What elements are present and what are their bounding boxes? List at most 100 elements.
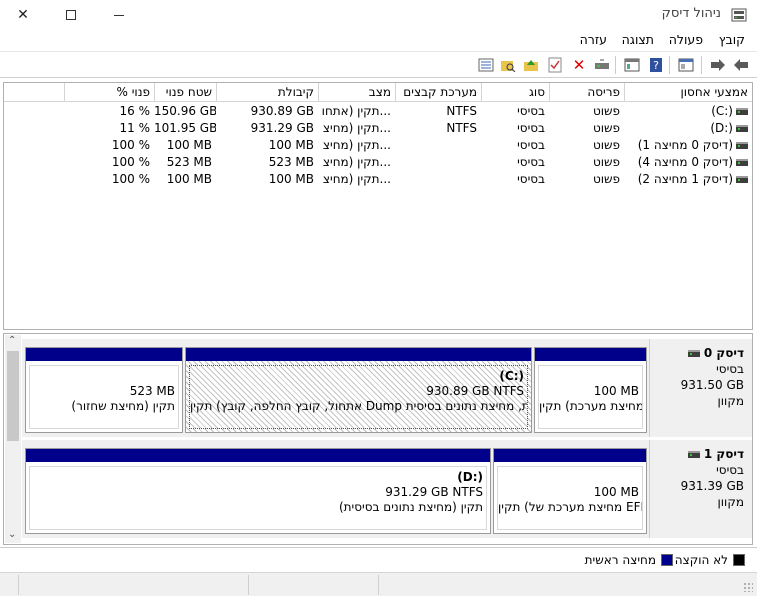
column-header-status[interactable]: מצב	[318, 83, 395, 102]
partition-label: (C:)	[499, 369, 524, 383]
menu-file[interactable]: קובץ	[719, 32, 745, 47]
minimize-button[interactable]	[96, 0, 142, 30]
disk-drive-icon	[688, 451, 701, 458]
partition-disk1-efi[interactable]: 100 MB תקין (מחיצת מערכת של EFI)	[493, 448, 647, 534]
table-row[interactable]: (דיסק 0 מחיצה 4) פשוט בסיסי תקין (מחיצ... 52…	[4, 154, 752, 171]
check-button[interactable]	[546, 56, 564, 74]
partition-disk0-efi[interactable]: 100 MB תקין (מחיצת מערכת EFI)	[534, 347, 647, 433]
close-icon: ✕	[17, 7, 29, 23]
maximize-button[interactable]	[48, 0, 94, 30]
connect-drive-button[interactable]	[593, 56, 611, 74]
close-button[interactable]: ✕	[0, 0, 46, 30]
cell-type: בסיסי	[481, 137, 549, 154]
console-tree-button[interactable]	[623, 56, 641, 74]
cell-capacity: 523 MB	[216, 154, 318, 171]
table-row[interactable]: (D:) פשוט בסיסי NTFS תקין (מחיצ... 931.29 GB 1…	[4, 120, 752, 137]
column-header-free-space[interactable]: שטח פנוי	[154, 83, 216, 102]
cell-layout-text: פשוט	[592, 121, 620, 135]
delete-icon: ✕	[572, 56, 586, 74]
disk-state: מקוון	[717, 495, 744, 509]
cell-percent-free: 16 %	[64, 103, 154, 120]
cell-type-text: בסיסי	[517, 138, 545, 152]
drive-icon	[736, 176, 748, 183]
menu-view[interactable]: תצוגה	[622, 32, 654, 47]
forward-button[interactable]	[709, 56, 727, 74]
cell-status: תקין (אתחו...	[318, 103, 395, 120]
list-view-button[interactable]	[477, 56, 495, 74]
properties-button[interactable]	[677, 56, 695, 74]
scroll-down-arrow-icon[interactable]: ⌄	[8, 529, 16, 540]
delete-button[interactable]: ✕	[570, 56, 588, 74]
cell-free-space: 100 MB	[154, 171, 216, 188]
connect-drive-icon	[595, 59, 609, 69]
folder-search-button[interactable]	[499, 56, 517, 74]
disk-state: מקוון	[717, 394, 744, 408]
cell-free-space-text: 100 MB	[166, 138, 212, 152]
cell-free-space-text: 150.96 GB	[154, 104, 216, 118]
disk-type: בסיסי	[716, 362, 744, 376]
partition-status: תקין (מחיצת מערכת של EFI)	[498, 500, 642, 514]
cell-percent-free: 100 %	[64, 154, 154, 171]
cell-percent-free: 11 %	[64, 120, 154, 137]
toolbar: ? ✕	[0, 51, 757, 78]
disk-info-0[interactable]: דיסק 0 בסיסי 931.50 GB מקוון	[649, 339, 752, 437]
cell-type-text: בסיסי	[517, 104, 545, 118]
menu-action[interactable]: פעולה	[669, 32, 703, 47]
column-header-layout[interactable]: פריסה	[549, 83, 624, 102]
cell-percent-free-text: 11 %	[119, 121, 151, 135]
cell-free-space-text: 523 MB	[166, 155, 212, 169]
list-view-icon	[478, 58, 494, 72]
window-title: ניהול דיסק	[661, 6, 721, 21]
back-button[interactable]	[732, 56, 750, 74]
scrollbar-thumb[interactable]	[7, 351, 19, 441]
partition-disk0-recovery[interactable]: 523 MB תקין (מחיצת שחזור)	[25, 347, 183, 433]
cell-volume: (C:)	[624, 103, 752, 120]
cell-volume: (דיסק 0 מחיצה 4)	[624, 154, 752, 171]
partition-size: 931.29 GB NTFS	[385, 485, 483, 499]
disk-type: בסיסי	[716, 463, 744, 477]
help-button[interactable]: ?	[647, 56, 665, 74]
column-header-percent-free[interactable]: % פנוי	[64, 83, 154, 102]
cell-layout-text: פשוט	[592, 138, 620, 152]
cell-status-text: תקין (מחיצ...	[322, 172, 391, 186]
column-header-type[interactable]: סוג	[481, 83, 549, 102]
title-bar: ✕ ניהול דיסק	[0, 0, 757, 30]
cell-percent-free-text: 100 %	[111, 172, 150, 186]
partition-disk0-c[interactable]: (C:) 930.89 GB NTFS תקין (אתחול, קובץ הח…	[185, 347, 532, 433]
disk-drive-icon	[688, 350, 701, 357]
cell-layout: פשוט	[549, 171, 624, 188]
cell-status-text: תקין (מחיצ...	[322, 121, 391, 135]
check-icon	[548, 57, 562, 73]
column-header-capacity[interactable]: קיבולת	[216, 83, 318, 102]
cell-status-text: תקין (אתחו...	[321, 104, 391, 118]
scroll-up-arrow-icon[interactable]: ⌃	[8, 335, 16, 346]
resize-grip[interactable]	[743, 582, 753, 592]
disk-name: דיסק 0	[703, 346, 744, 360]
table-row[interactable]: (דיסק 0 מחיצה 1) פשוט בסיסי תקין (מחיצ... 10…	[4, 137, 752, 154]
cell-free-space: 523 MB	[154, 154, 216, 171]
column-header-volume[interactable]: אמצעי אחסון	[624, 83, 752, 102]
cell-filesystem	[395, 137, 481, 154]
cell-status: תקין (מחיצ...	[318, 154, 395, 171]
vertical-scrollbar[interactable]: ⌃ ⌄	[5, 335, 21, 543]
table-row[interactable]: (C:) פשוט בסיסי NTFS תקין (אתחו... 930.89 GB 1…	[4, 103, 752, 120]
partition-disk1-d[interactable]: (D:) 931.29 GB NTFS תקין (מחיצת נתונים ב…	[25, 448, 491, 534]
menu-help[interactable]: עזרה	[580, 32, 607, 47]
column-header-filesystem[interactable]: מערכת קבצים	[395, 83, 481, 102]
cell-volume-text: (D:)	[710, 121, 733, 135]
cell-volume-text: (C:)	[711, 104, 733, 118]
cell-filesystem-text: NTFS	[446, 104, 477, 118]
cell-status-text: תקין (מחיצ...	[322, 138, 391, 152]
partition-label: (D:)	[457, 470, 483, 484]
disk-info-1[interactable]: דיסק 1 בסיסי 931.39 GB מקוון	[649, 440, 752, 538]
folder-up-button[interactable]	[522, 56, 540, 74]
cell-volume-text: (דיסק 0 מחיצה 1)	[637, 138, 733, 152]
cell-type-text: בסיסי	[517, 121, 545, 135]
cell-type-text: בסיסי	[517, 155, 545, 169]
table-row[interactable]: (דיסק 1 מחיצה 2) פשוט בסיסי תקין (מחיצ... 10…	[4, 171, 752, 188]
folder-up-icon	[524, 60, 538, 71]
cell-layout: פשוט	[549, 103, 624, 120]
disk-row-1: דיסק 1 בסיסי 931.39 GB מקוון 100 MB תקין…	[22, 440, 752, 538]
volume-list[interactable]: אמצעי אחסון פריסה סוג מערכת קבצים מצב קי…	[3, 82, 753, 330]
cell-volume: (D:)	[624, 120, 752, 137]
